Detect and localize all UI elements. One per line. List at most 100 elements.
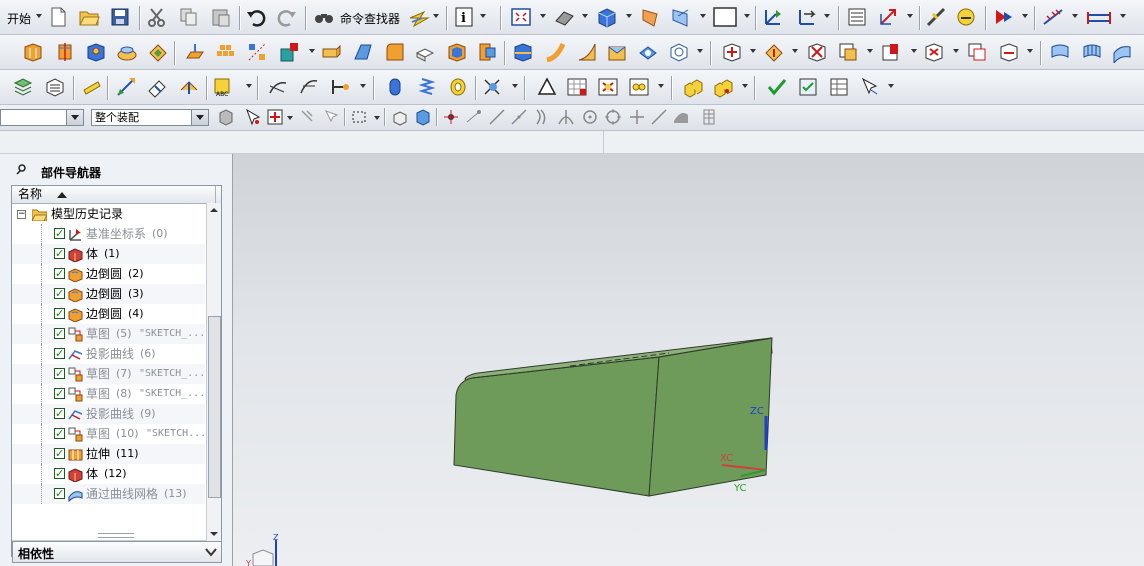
shell-feature-icon[interactable]	[446, 41, 468, 63]
offset-face-icon[interactable]	[320, 41, 342, 63]
revolve-feature-icon[interactable]	[54, 41, 76, 63]
sew-icon[interactable]	[606, 41, 628, 63]
toolbar-grip[interactable]	[0, 6, 6, 28]
measure-distance-icon[interactable]	[925, 6, 947, 28]
report-table-icon[interactable]	[828, 76, 850, 98]
snap-all-points-icon[interactable]	[441, 107, 463, 129]
fit-view-icon[interactable]	[510, 6, 532, 28]
torus-icon[interactable]	[447, 76, 469, 98]
visibility-checkbox[interactable]	[54, 344, 65, 364]
tree-row[interactable]: 草图 (10) "SKETCH...	[12, 424, 206, 444]
scroll-down-button[interactable]	[207, 527, 221, 541]
chevron-down-icon[interactable]	[480, 14, 486, 18]
checkmark-icon[interactable]	[766, 76, 788, 98]
toolbar-grip[interactable]	[0, 41, 6, 63]
resize-face-icon[interactable]	[998, 41, 1020, 63]
copy-icon[interactable]	[178, 6, 200, 28]
toolbar-grip[interactable]	[0, 76, 6, 98]
chevron-down-icon[interactable]	[626, 14, 632, 18]
chevron-down-icon[interactable]	[309, 49, 315, 53]
visibility-checkbox[interactable]	[54, 244, 65, 264]
tree-row[interactable]: 边倒圆 (4)	[12, 304, 205, 324]
chevron-down-icon[interactable]	[1027, 49, 1033, 53]
triangle-icon[interactable]	[536, 76, 558, 98]
snap-endpoint-icon[interactable]	[464, 107, 486, 129]
arc-curve-icon[interactable]	[298, 76, 320, 98]
line-curve-icon[interactable]	[267, 76, 289, 98]
tree-row[interactable]: 投影曲线 (6)	[12, 344, 205, 364]
select-body-icon[interactable]	[390, 107, 412, 129]
snap-point-icon[interactable]	[242, 107, 264, 129]
column-header[interactable]: 名称	[12, 186, 221, 204]
visibility-checkbox[interactable]	[54, 404, 65, 424]
start-menu-button[interactable]: 开始	[7, 10, 31, 27]
tree-row[interactable]: 体 (12)	[12, 464, 205, 484]
grid-snap-icon[interactable]	[1042, 6, 1064, 28]
snap-quadrant-icon[interactable]	[603, 107, 625, 129]
tree-row[interactable]: 体 (1)	[12, 244, 205, 264]
layer-settings-icon[interactable]	[846, 6, 868, 28]
trim-body-icon[interactable]	[476, 41, 498, 63]
solid-body[interactable]	[453, 337, 773, 497]
assembly-constraints-icon[interactable]	[712, 76, 734, 98]
text-curve-icon[interactable]: ABC	[213, 76, 235, 98]
wcs-orient-icon[interactable]	[796, 6, 818, 28]
chevron-down-icon[interactable]	[360, 84, 366, 88]
chevron-down-icon[interactable]	[824, 14, 830, 18]
spline-curve-icon[interactable]	[330, 76, 352, 98]
surface-color-icon[interactable]	[640, 6, 662, 28]
visibility-checkbox[interactable]	[54, 384, 65, 404]
check-geometry-icon[interactable]	[797, 76, 819, 98]
pin-icon[interactable]	[16, 163, 28, 175]
column-divider[interactable]	[215, 186, 216, 203]
draft-feature-icon[interactable]	[352, 41, 374, 63]
chevron-down-icon[interactable]	[867, 49, 873, 53]
move-face-icon[interactable]	[721, 41, 743, 63]
save-icon[interactable]	[109, 6, 131, 28]
undo-icon[interactable]	[245, 6, 267, 28]
deselect-icon[interactable]	[298, 107, 320, 129]
chevron-down-icon[interactable]	[287, 116, 293, 120]
scroll-thumb[interactable]	[208, 316, 221, 498]
chevron-down-icon[interactable]	[700, 14, 706, 18]
visibility-checkbox[interactable]	[54, 484, 65, 504]
chevron-down-icon[interactable]	[907, 14, 913, 18]
chevron-down-icon[interactable]	[911, 49, 917, 53]
visibility-checkbox[interactable]	[54, 444, 65, 464]
snap-control-point-icon[interactable]	[509, 107, 531, 129]
snap-existing-point-icon[interactable]	[627, 107, 649, 129]
select-settings-icon[interactable]	[215, 107, 237, 129]
layer-stack-icon[interactable]	[12, 76, 34, 98]
visibility-checkbox[interactable]	[54, 364, 65, 384]
helix-icon[interactable]	[416, 76, 438, 98]
shaded-view-icon[interactable]	[553, 6, 575, 28]
open-folder-icon[interactable]	[78, 6, 100, 28]
snap-tool-icon[interactable]	[408, 6, 430, 28]
snap-arc-center-icon[interactable]	[556, 107, 578, 129]
rectangle-select-icon[interactable]	[350, 107, 372, 129]
tree-row[interactable]: 通过曲线网格 (13)	[12, 484, 205, 504]
curve-analysis-icon[interactable]	[482, 76, 504, 98]
unite-icon[interactable]	[512, 41, 534, 63]
visibility-checkbox[interactable]	[54, 324, 65, 344]
visibility-checkbox[interactable]	[54, 424, 65, 444]
command-finder-button[interactable]: 命令查找器	[340, 10, 400, 27]
chevron-down-icon[interactable]	[750, 49, 756, 53]
chevron-down-icon[interactable]	[374, 116, 380, 120]
chevron-down-icon[interactable]	[953, 49, 959, 53]
copy-face-icon[interactable]	[966, 41, 988, 63]
visibility-checkbox[interactable]	[54, 264, 65, 284]
analysis-tool-icon[interactable]	[955, 6, 977, 28]
vertical-scrollbar[interactable]	[206, 203, 221, 541]
chevron-down-icon[interactable]	[1022, 14, 1028, 18]
subtract-icon[interactable]	[544, 41, 566, 63]
chevron-down-icon[interactable]	[888, 84, 894, 88]
pattern-feature-icon[interactable]	[215, 41, 237, 63]
selection-scope-select[interactable]: 整个装配	[91, 109, 209, 126]
part-families-icon[interactable]	[628, 76, 650, 98]
selection-cross-icon[interactable]	[265, 107, 287, 129]
splitter-handle[interactable]	[98, 533, 134, 538]
hole-feature-icon[interactable]	[85, 41, 107, 63]
model-front-face[interactable]	[453, 356, 660, 497]
tree-row[interactable]: 草图 (5) "SKETCH_...	[12, 324, 205, 344]
